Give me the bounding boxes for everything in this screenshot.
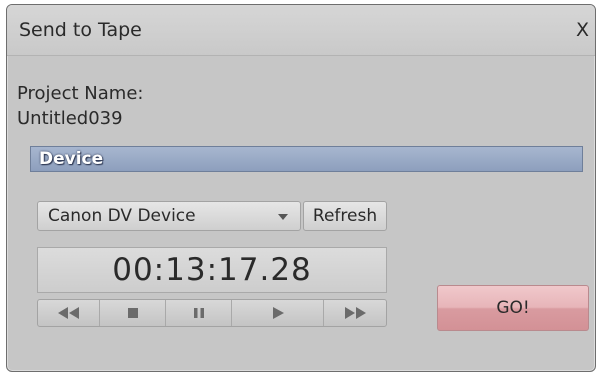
- pause-icon: [193, 308, 204, 318]
- refresh-button[interactable]: Refresh: [303, 201, 387, 231]
- title-bar: Send to Tape X: [7, 5, 595, 56]
- project-name-label: Project Name:: [17, 83, 144, 104]
- fast-forward-icon: [345, 307, 366, 319]
- chevron-down-icon: [278, 214, 288, 220]
- timecode-display: 00:13:17.28: [37, 247, 387, 293]
- play-button[interactable]: [232, 300, 324, 326]
- close-button[interactable]: X: [576, 19, 589, 41]
- device-section-header: Device: [30, 146, 583, 172]
- stop-icon: [127, 308, 138, 318]
- transport-controls: [37, 299, 387, 327]
- device-dropdown-value: Canon DV Device: [48, 206, 196, 226]
- timecode-value: 00:13:17.28: [112, 252, 312, 288]
- window-title: Send to Tape: [19, 19, 142, 41]
- play-icon: [272, 307, 284, 319]
- project-name-value: Untitled039: [17, 108, 123, 129]
- rewind-icon: [57, 307, 79, 319]
- rewind-button[interactable]: [38, 300, 100, 326]
- fast-forward-button[interactable]: [324, 300, 386, 326]
- stop-button[interactable]: [100, 300, 166, 326]
- pause-button[interactable]: [166, 300, 232, 326]
- go-button[interactable]: GO!: [437, 285, 589, 331]
- send-to-tape-dialog: Send to Tape X Project Name: Untitled039…: [6, 4, 596, 372]
- device-dropdown[interactable]: Canon DV Device: [37, 201, 301, 231]
- device-section-label: Device: [39, 149, 104, 169]
